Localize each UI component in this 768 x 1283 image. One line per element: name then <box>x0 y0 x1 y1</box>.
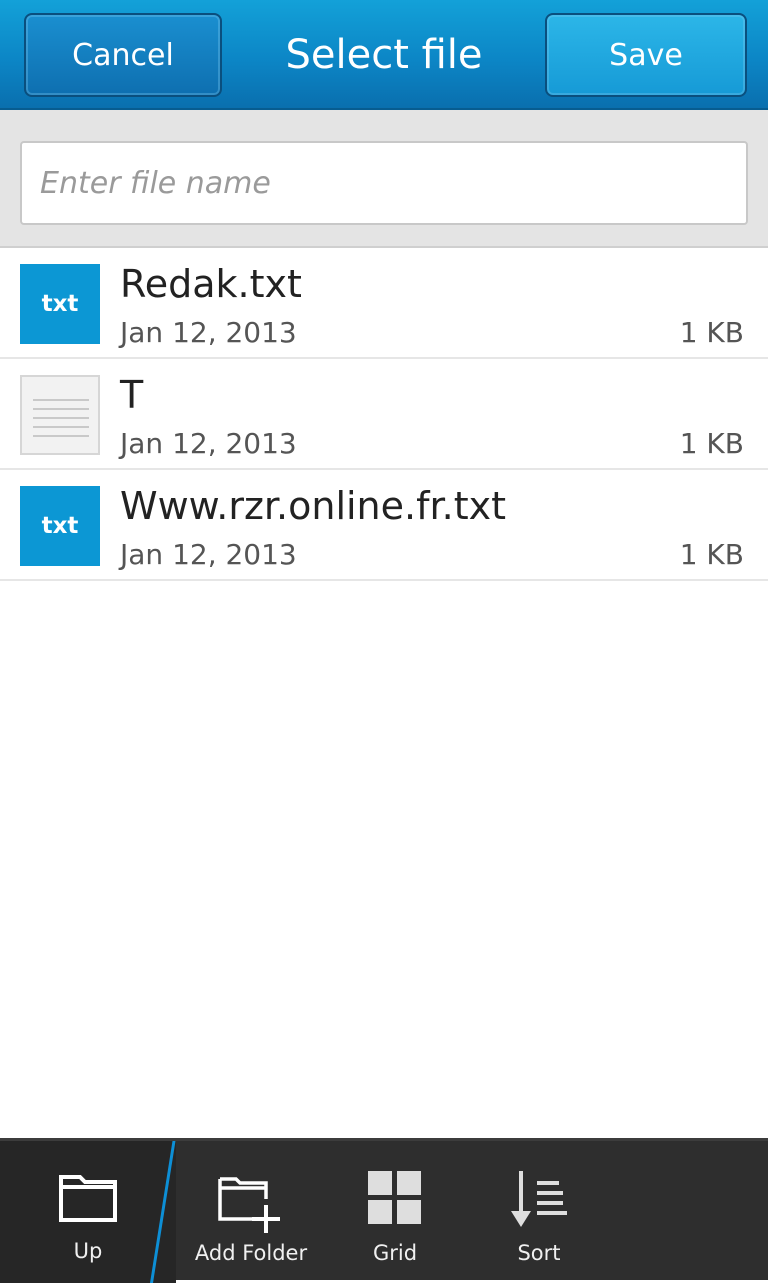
file-row[interactable]: txt Redak.txt Jan 12, 2013 1 KB <box>0 248 768 359</box>
filename-input[interactable] <box>20 141 748 225</box>
file-size: 1 KB <box>679 316 744 349</box>
file-list: txt Redak.txt Jan 12, 2013 1 KB T Jan 12… <box>0 248 768 581</box>
file-size: 1 KB <box>679 538 744 571</box>
filename-field-area <box>0 110 768 248</box>
sort-label: Sort <box>517 1241 561 1265</box>
folder-icon <box>58 1171 118 1227</box>
cancel-button[interactable]: Cancel <box>24 13 222 97</box>
file-date: Jan 12, 2013 <box>120 316 297 349</box>
sort-icon <box>509 1171 569 1235</box>
add-folder-button[interactable]: Add Folder <box>180 1141 322 1280</box>
document-icon <box>20 375 100 455</box>
file-name: T <box>120 373 144 417</box>
txt-file-icon: txt <box>20 486 100 566</box>
title-bar: Cancel Select file Save <box>0 0 768 110</box>
grid-button[interactable]: Grid <box>340 1141 450 1280</box>
page-title: Select file <box>285 32 483 78</box>
file-row[interactable]: txt Www.rzr.online.fr.txt Jan 12, 2013 1… <box>0 470 768 581</box>
action-bar: Up Add Folder Grid Sort <box>0 1138 768 1283</box>
file-size: 1 KB <box>679 427 744 460</box>
txt-file-icon: txt <box>20 264 100 344</box>
file-date: Jan 12, 2013 <box>120 427 297 460</box>
file-name: Www.rzr.online.fr.txt <box>120 484 506 528</box>
sort-button[interactable]: Sort <box>484 1141 594 1280</box>
grid-icon <box>368 1171 422 1229</box>
up-button[interactable]: Up <box>20 1141 156 1280</box>
add-folder-label: Add Folder <box>194 1241 308 1265</box>
file-name: Redak.txt <box>120 262 302 306</box>
save-button[interactable]: Save <box>545 13 747 97</box>
up-label: Up <box>73 1239 103 1263</box>
file-date: Jan 12, 2013 <box>120 538 297 571</box>
file-row[interactable]: T Jan 12, 2013 1 KB <box>0 359 768 470</box>
add-folder-icon <box>216 1171 286 1237</box>
grid-label: Grid <box>372 1241 418 1265</box>
